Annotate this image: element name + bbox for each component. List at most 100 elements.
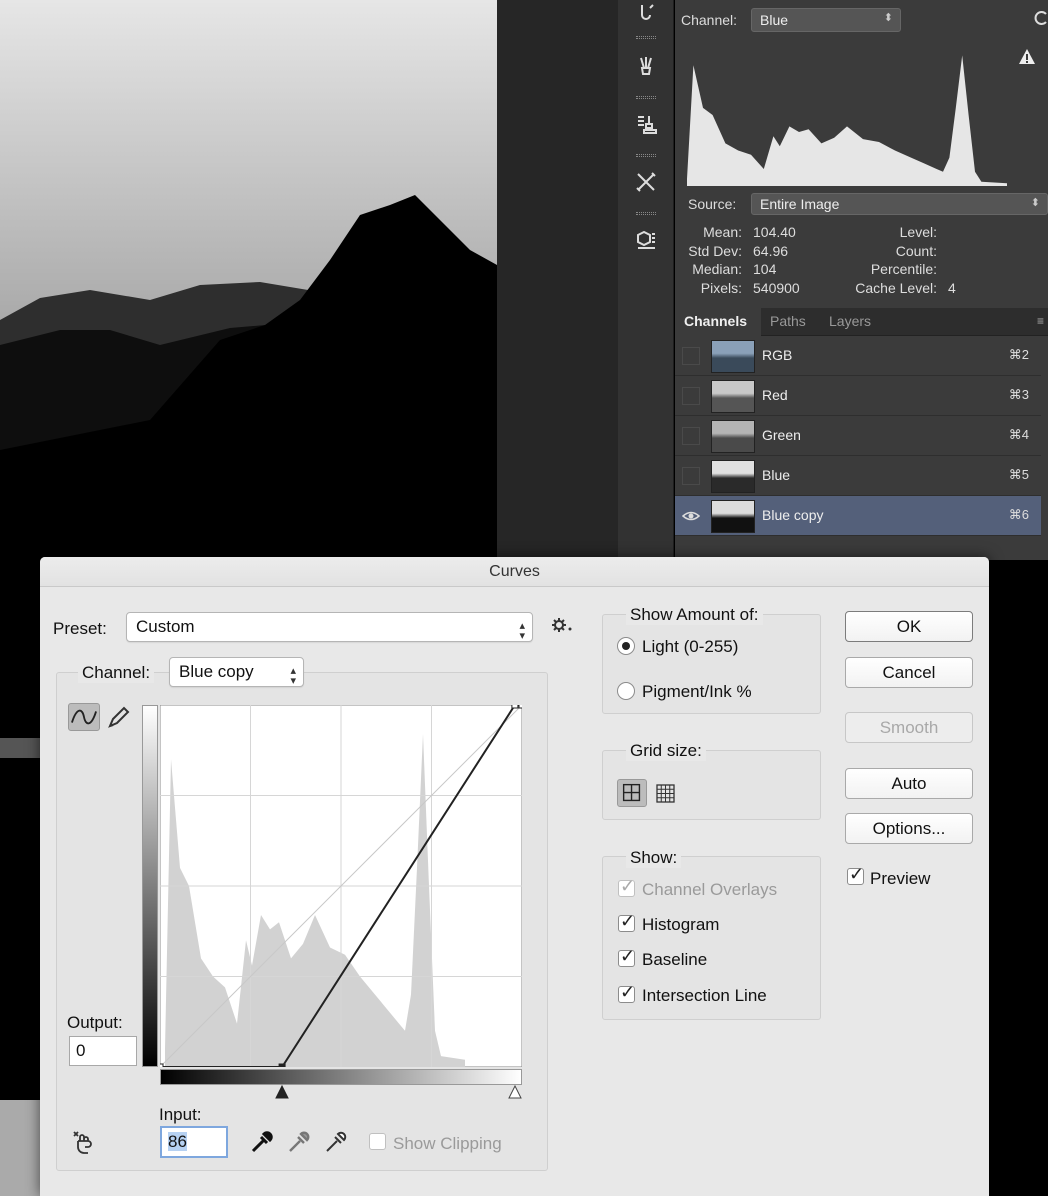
channel-shortcut: ⌘3: [1008, 387, 1029, 402]
channel-thumbnail: [711, 500, 755, 533]
simple-grid-button[interactable]: [617, 779, 647, 807]
curve-point-tool[interactable]: [68, 703, 100, 731]
input-label: Input:: [159, 1105, 202, 1124]
refresh-icon[interactable]: [1032, 8, 1048, 28]
strip-grip[interactable]: [636, 212, 656, 215]
channel-row-rgb[interactable]: RGB ⌘2: [675, 336, 1041, 376]
gray-point-eyedropper-icon[interactable]: [286, 1129, 312, 1155]
channel-shortcut: ⌘2: [1008, 347, 1029, 362]
options-button[interactable]: Options...: [845, 813, 973, 844]
channel-name: Green: [762, 427, 801, 443]
histogram-source-select[interactable]: Entire Image ⬍: [751, 193, 1048, 215]
preview-checkbox[interactable]: [847, 864, 864, 885]
visibility-toggle-icon[interactable]: [682, 347, 700, 365]
curve-tool-icon: [71, 709, 97, 725]
curves-graph[interactable]: [160, 705, 522, 1067]
brush-presets-icon[interactable]: [624, 46, 668, 86]
pencil-icon[interactable]: [106, 705, 132, 729]
dialog-title-bar[interactable]: Curves: [40, 557, 989, 587]
histogram-label: Histogram: [642, 915, 720, 934]
channel-name: RGB: [762, 347, 793, 363]
smooth-button[interactable]: Smooth: [845, 712, 973, 743]
stat-stddev-value: 64.96: [753, 243, 789, 259]
channel-row-red[interactable]: Red ⌘3: [675, 376, 1041, 416]
preset-value: Custom: [136, 617, 195, 636]
stat-stddev-label: Std Dev:: [688, 243, 742, 259]
output-field[interactable]: 0: [69, 1036, 137, 1066]
auto-button[interactable]: Auto: [845, 768, 973, 799]
white-point-eyedropper-icon[interactable]: [323, 1129, 349, 1155]
channel-row-green[interactable]: Green ⌘4: [675, 416, 1041, 456]
histogram-channel-label: Channel:: [681, 12, 738, 28]
curve-control-point[interactable]: [278, 1063, 286, 1067]
show-clipping-label: Show Clipping: [393, 1134, 502, 1153]
baseline-checkbox[interactable]: [618, 946, 635, 967]
histogram-source-label: Source:: [688, 196, 737, 212]
light-radio[interactable]: [617, 637, 635, 655]
tool-presets-icon[interactable]: [624, 162, 668, 202]
pigment-radio-label: Pigment/Ink %: [642, 682, 752, 701]
show-clipping-checkbox[interactable]: [369, 1133, 386, 1150]
tab-paths[interactable]: Paths: [770, 313, 806, 329]
stat-level-label: Level:: [899, 224, 937, 240]
show-options-title: Show:: [626, 848, 682, 868]
cancel-button[interactable]: Cancel: [845, 657, 973, 688]
channel-name: Blue copy: [762, 507, 824, 523]
preset-options-gear-icon[interactable]: [550, 613, 574, 637]
detailed-grid-icon[interactable]: [654, 782, 678, 806]
channel-thumbnail: [711, 340, 755, 373]
clone-source-icon[interactable]: [624, 104, 668, 144]
white-point-slider[interactable]: [508, 1085, 522, 1099]
tab-channels[interactable]: Channels: [684, 313, 747, 329]
curve-control-point[interactable]: [511, 705, 519, 709]
curves-channel-select[interactable]: Blue copy ▴ ▾: [169, 657, 304, 687]
channel-row-blue-copy[interactable]: Blue copy ⌘6: [675, 496, 1041, 536]
visibility-toggle-icon[interactable]: [682, 387, 700, 405]
strip-grip[interactable]: [636, 154, 656, 157]
history-brush-icon[interactable]: [624, 0, 668, 34]
select-arrows-icon: ⬍: [1030, 197, 1040, 209]
visibility-toggle-icon[interactable]: [682, 427, 700, 445]
curve-control-point[interactable]: [160, 1063, 164, 1067]
strip-grip[interactable]: [636, 36, 656, 39]
preset-select[interactable]: Custom ▴ ▾: [126, 612, 533, 642]
on-image-adjustment-hand-icon[interactable]: [72, 1129, 102, 1157]
stat-pixels-value: 540900: [753, 280, 800, 296]
curves-channel-value: Blue copy: [179, 662, 254, 681]
select-arrows-icon: ⬍: [883, 12, 893, 24]
preview-label: Preview: [870, 869, 931, 888]
pigment-radio[interactable]: [617, 682, 635, 700]
channel-overlays-checkbox[interactable]: [618, 876, 635, 897]
warning-icon[interactable]: [1018, 48, 1036, 66]
curves-dialog: Curves Preset: Custom ▴ ▾ Channel: Blue c…: [40, 557, 989, 1196]
curves-channel-label: Channel:: [78, 663, 155, 683]
histogram-channel-select[interactable]: Blue ⬍: [751, 8, 901, 32]
stat-median-label: Median:: [692, 261, 742, 277]
visibility-toggle-icon[interactable]: [681, 507, 701, 525]
visibility-toggle-icon[interactable]: [682, 467, 700, 485]
output-value: 0: [76, 1041, 86, 1060]
histogram-graph: [685, 44, 1041, 186]
panel-tab-bar: Channels Paths Layers ≡: [675, 308, 1048, 336]
curve-control-point[interactable]: [518, 705, 522, 709]
channel-thumbnail: [711, 380, 755, 413]
intersection-line-checkbox[interactable]: [618, 982, 635, 1003]
tab-layers[interactable]: Layers: [829, 313, 871, 329]
ok-button[interactable]: OK: [845, 611, 973, 642]
black-point-slider[interactable]: [275, 1085, 289, 1099]
channel-row-blue[interactable]: Blue ⌘5: [675, 456, 1041, 496]
intersection-line-label: Intersection Line: [642, 986, 767, 1005]
histogram-source-value: Entire Image: [760, 196, 840, 212]
3d-panel-icon[interactable]: [624, 220, 668, 260]
histogram-checkbox[interactable]: [618, 911, 635, 932]
input-field[interactable]: 86: [160, 1126, 228, 1158]
select-arrows-icon: ▴ ▾: [290, 665, 296, 687]
channel-shortcut: ⌘4: [1008, 427, 1029, 442]
panel-menu-icon[interactable]: ≡: [1037, 314, 1044, 328]
stat-count-label: Count:: [895, 243, 937, 259]
stat-percentile-label: Percentile:: [870, 261, 937, 277]
strip-grip[interactable]: [636, 96, 656, 99]
black-point-eyedropper-icon[interactable]: [249, 1129, 275, 1155]
channel-name: Blue: [762, 467, 791, 483]
dialog-title: Curves: [489, 563, 540, 580]
